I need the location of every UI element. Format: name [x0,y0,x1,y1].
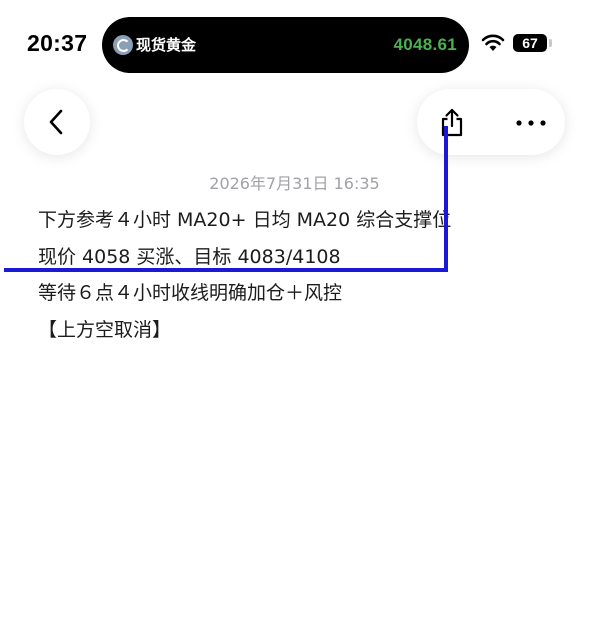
status-time: 20:37 [27,30,88,56]
post-line: 【上方空取消】 [38,318,172,341]
status-bar: 20:37 现货黄金 4048.61 67 [0,0,589,80]
battery-cap [549,39,552,47]
post-line: 等待６点４小时收线明确加仓＋风控 [38,282,343,304]
battery-icon: 67 [513,34,547,52]
wifi-icon [481,34,505,51]
live-activity-price: 4048.61 [393,35,457,54]
share-button[interactable] [429,99,475,145]
header-actions [417,89,565,155]
more-button[interactable] [505,99,555,145]
share-icon [441,108,463,137]
battery-level: 67 [522,35,538,51]
post-timestamp: 2026年7月31日 16:35 [209,174,380,193]
live-activity-title: 现货黄金 [136,36,197,54]
annotation-stroke-horizontal [4,268,448,272]
annotation-stroke-vertical [444,126,448,272]
more-horizontal-icon [516,120,546,126]
post-body: 下方参考４小时 MA20+ 日均 MA20 综合支撑位 现价 4058 买涨、目… [38,202,568,348]
back-button[interactable] [24,89,90,155]
chevron-left-icon [49,109,63,135]
post-line: 下方参考４小时 MA20+ 日均 MA20 综合支撑位 [38,209,452,231]
live-activity-island[interactable]: 现货黄金 4048.61 [102,17,469,73]
gold-app-icon [113,35,133,55]
